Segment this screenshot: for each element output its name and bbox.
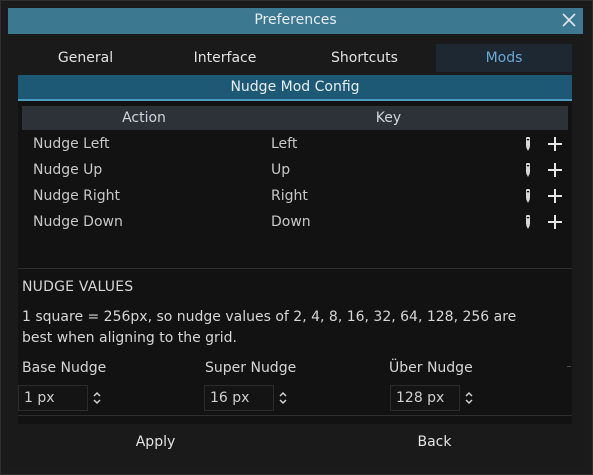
key-value: Right: [271, 188, 308, 204]
key-value: Up: [271, 162, 291, 178]
tab-mods[interactable]: Mods: [436, 44, 572, 72]
key-column-header: Key: [375, 110, 402, 126]
key-value: Down: [271, 214, 311, 230]
action-name: Nudge Right: [33, 188, 121, 204]
tab-interface[interactable]: Interface: [156, 44, 294, 72]
plus-icon[interactable]: [547, 188, 563, 204]
action-name: Nudge Up: [33, 162, 103, 178]
close-icon[interactable]: [559, 10, 579, 30]
window-title: Preferences: [254, 12, 337, 28]
key-value: Left: [271, 136, 298, 152]
super-nudge-label: Super Nudge: [205, 360, 297, 376]
table-row: Nudge Up Up: [18, 157, 572, 183]
action-name: Nudge Left: [33, 136, 110, 152]
mods-panel[interactable]: Nudge Mod Config Action Key Nudge Left L…: [18, 75, 572, 424]
uber-nudge-label: Über Nudge: [389, 360, 473, 376]
stepper-arrows-icon[interactable]: [464, 391, 474, 405]
preferences-window: Preferences General Interface Shortcuts …: [0, 0, 593, 475]
tab-shortcuts[interactable]: Shortcuts: [296, 44, 433, 72]
pencil-icon[interactable]: [522, 162, 534, 178]
divider: [567, 366, 571, 367]
dialog-footer: Apply Back: [18, 428, 572, 456]
table-row: Nudge Left Left: [18, 131, 572, 157]
plus-icon[interactable]: [547, 136, 563, 152]
tab-bar: General Interface Shortcuts Mods: [18, 44, 572, 72]
stepper-arrows-icon[interactable]: [278, 391, 288, 405]
nudge-values-description: 1 square = 256px, so nudge values of 2, …: [22, 309, 517, 346]
action-name: Nudge Down: [33, 214, 123, 230]
divider: [18, 415, 572, 416]
super-nudge-input[interactable]: 16 px: [204, 385, 274, 411]
nudge-values-title: NUDGE VALUES: [22, 279, 134, 295]
preferences-body: General Interface Shortcuts Mods Nudge M…: [8, 34, 583, 468]
pencil-icon[interactable]: [522, 214, 534, 230]
divider: [18, 268, 572, 269]
table-row: Nudge Right Right: [18, 183, 572, 209]
uber-nudge-input[interactable]: 128 px: [390, 385, 460, 411]
super-nudge-value: 16 px: [210, 390, 250, 406]
pencil-icon[interactable]: [522, 188, 534, 204]
base-nudge-value: 1 px: [24, 390, 55, 406]
base-nudge-label: Base Nudge: [22, 360, 107, 376]
base-nudge-input[interactable]: 1 px: [18, 385, 88, 411]
table-row: Nudge Down Down: [18, 209, 572, 235]
stepper-arrows-icon[interactable]: [92, 391, 102, 405]
title-bar[interactable]: Preferences: [8, 8, 583, 34]
back-button[interactable]: Back: [297, 428, 572, 456]
keybind-table-header: Action Key: [22, 106, 568, 130]
tab-general[interactable]: General: [18, 44, 153, 72]
plus-icon[interactable]: [547, 162, 563, 178]
pencil-icon[interactable]: [522, 136, 534, 152]
nudge-mod-config-header[interactable]: Nudge Mod Config: [18, 75, 572, 101]
action-column-header: Action: [122, 110, 166, 126]
uber-nudge-value: 128 px: [396, 390, 445, 406]
plus-icon[interactable]: [547, 214, 563, 230]
apply-button[interactable]: Apply: [18, 428, 293, 456]
